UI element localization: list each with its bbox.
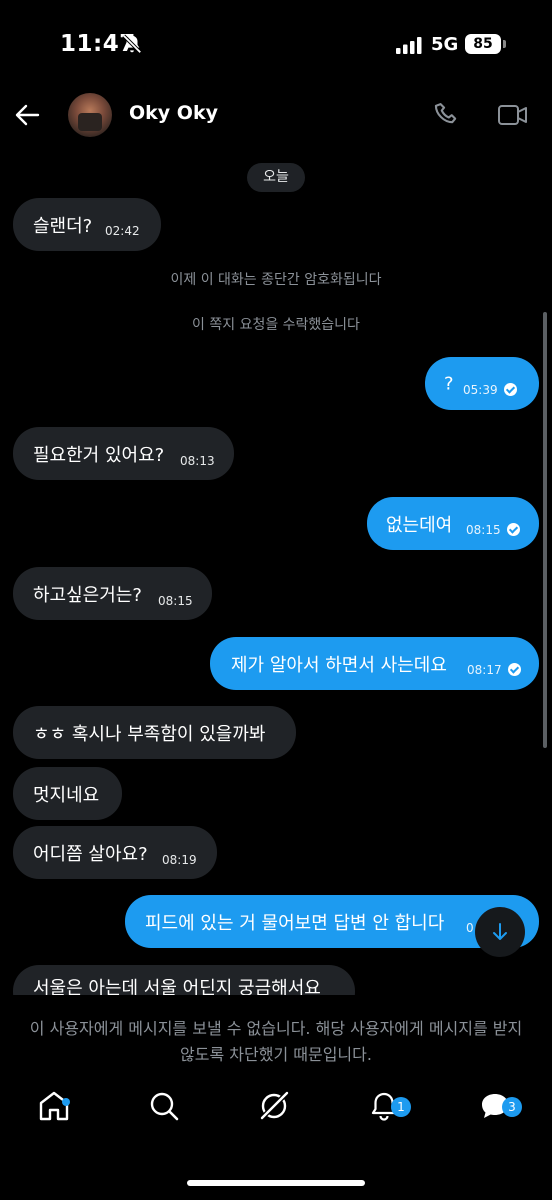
signal-icon (396, 37, 422, 54)
blocked-notice: 이 사용자에게 메시지를 보낼 수 없습니다. 해당 사용자에게 메시지를 받지… (29, 1019, 523, 1064)
message-time: 08:15 (466, 523, 501, 537)
message-meta: 05:39 (463, 383, 517, 397)
notifications-badge: 1 (391, 1097, 411, 1117)
search-icon[interactable] (146, 1088, 182, 1124)
home-unread-dot (62, 1098, 70, 1106)
messages-badge: 3 (502, 1097, 522, 1117)
video-call-icon[interactable] (497, 102, 529, 128)
home-indicator (187, 1180, 365, 1186)
message-meta: 08:15 (466, 523, 520, 537)
message-time: 08:17 (467, 663, 502, 677)
message-text: ㅎㅎ 혹시나 부족함이 있을까봐 (33, 723, 266, 745)
read-check-icon (506, 523, 520, 536)
message-text: 어디쯤 살아요? (33, 843, 148, 865)
message-outgoing[interactable]: ? 05:39 (425, 357, 539, 410)
message-meta: 08:17 (467, 663, 521, 677)
message-text: ? (444, 373, 454, 394)
message-text: 제가 알아서 하면서 사는데요 (231, 654, 447, 676)
message-incoming[interactable]: 필요한거 있어요? 08:13 (13, 427, 234, 480)
date-separator: 오늘 (247, 163, 305, 192)
message-incoming[interactable]: 멋지네요 (13, 767, 122, 820)
message-time: 0 (466, 921, 474, 935)
message-time: 08:15 (158, 594, 193, 608)
battery-level: 85 (465, 34, 501, 54)
message-incoming[interactable]: ㅎㅎ 혹시나 부족함이 있을까봐 (13, 706, 296, 759)
conversation-header: Oky Oky (0, 90, 552, 150)
message-text: 하고싶은거는? (33, 584, 142, 606)
system-notice: 이제 이 대화는 종단간 암호화됩니다 (170, 272, 382, 288)
message-incoming[interactable]: 어디쯤 살아요? 08:19 (13, 826, 217, 879)
message-text: 멋지네요 (33, 784, 100, 806)
scrollbar[interactable] (543, 312, 547, 748)
read-check-icon (503, 383, 517, 396)
contact-name[interactable]: Oky Oky (129, 102, 218, 124)
message-incoming[interactable]: 하고싶은거는? 08:15 (13, 567, 212, 620)
phone-icon[interactable] (433, 100, 461, 128)
system-notice: 이 쪽지 요청을 수락했습니다 (192, 317, 360, 333)
message-text: 없는데여 (386, 514, 453, 536)
read-check-icon (507, 663, 521, 676)
message-incoming[interactable]: 슬랜더? 02:42 (13, 198, 161, 251)
network-type: 5G (431, 34, 459, 55)
message-outgoing[interactable]: 없는데여 08:15 (367, 497, 539, 550)
message-outgoing[interactable]: 제가 알아서 하면서 사는데요 08:17 (210, 637, 539, 690)
scroll-to-bottom-button[interactable] (475, 907, 525, 957)
arrow-down-icon (493, 923, 507, 940)
bottom-nav: 1 3 (0, 1088, 552, 1148)
message-time: 02:42 (105, 224, 140, 238)
avatar[interactable] (68, 93, 112, 137)
message-time: 05:39 (463, 383, 498, 397)
home-icon[interactable] (36, 1088, 72, 1124)
message-time: 08:13 (180, 454, 215, 468)
back-arrow-icon[interactable] (14, 102, 40, 128)
battery-icon (503, 40, 506, 48)
grok-icon[interactable] (256, 1088, 292, 1124)
message-time: 08:19 (162, 853, 197, 867)
message-text: 피드에 있는 거 물어보면 답변 안 합니다 (145, 912, 445, 934)
status-bar: 11:47 5G 85 (0, 0, 552, 90)
bell-muted-icon (122, 34, 142, 54)
message-text: 필요한거 있어요? (33, 444, 165, 466)
message-text: 슬랜더? (33, 215, 93, 237)
